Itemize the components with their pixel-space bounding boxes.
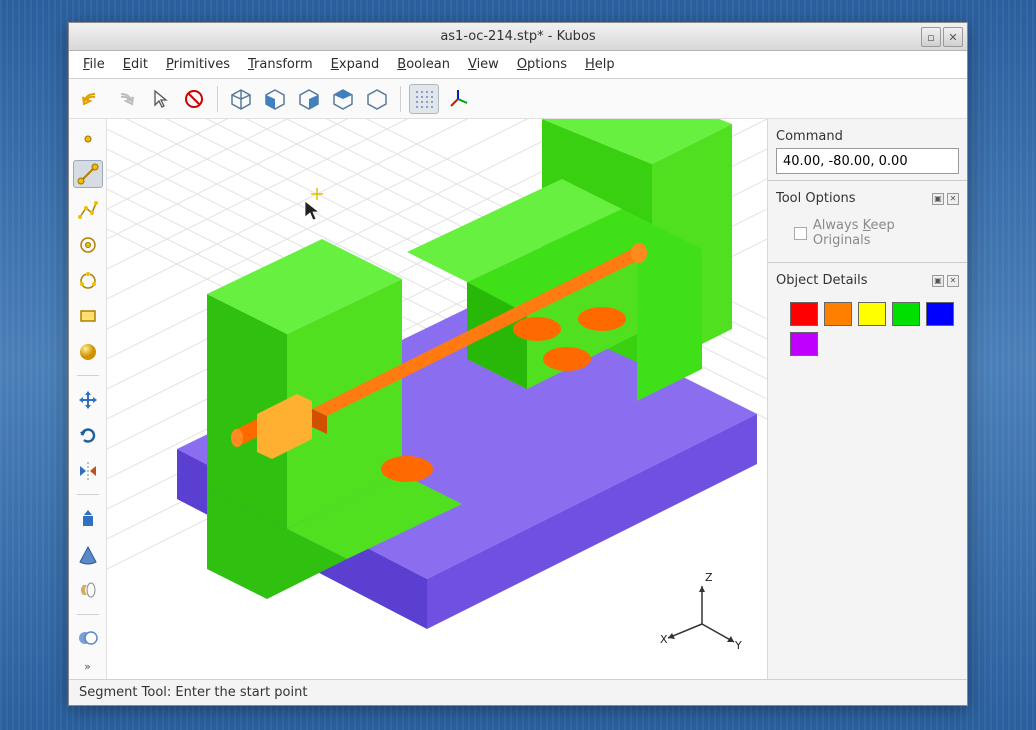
mirror-tool-button[interactable]: [73, 457, 103, 484]
axis-x-label: X: [660, 633, 668, 646]
left-separator-2: [77, 494, 99, 495]
grid-toggle-button[interactable]: [409, 84, 439, 114]
main-body: »: [69, 119, 967, 679]
menu-primitives[interactable]: Primitives: [158, 54, 238, 75]
statusbar: Segment Tool: Enter the start point: [69, 679, 967, 705]
view-iso-button[interactable]: [226, 84, 256, 114]
minimize-button[interactable]: ▫: [921, 27, 941, 47]
extrude-tool-button[interactable]: [73, 505, 103, 532]
command-input[interactable]: [776, 148, 959, 174]
view-back-button[interactable]: [362, 84, 392, 114]
sphere-tool-button[interactable]: [73, 338, 103, 365]
menu-options[interactable]: Options: [509, 54, 575, 75]
tool-options-section: Tool Options ▣ ✕ Always Keep Originals: [768, 181, 967, 262]
toolbar-top: [69, 79, 967, 119]
color-swatch-yellow[interactable]: [858, 302, 886, 326]
move-tool-button[interactable]: [73, 386, 103, 413]
tool-options-label: Tool Options: [776, 191, 856, 206]
menu-help[interactable]: Help: [577, 54, 623, 75]
color-palette: [776, 292, 959, 356]
menu-expand[interactable]: Expand: [323, 54, 388, 75]
revolve-tool-button[interactable]: [73, 576, 103, 603]
toolbar-separator: [217, 86, 218, 112]
redo-button[interactable]: [111, 84, 141, 114]
select-arrow-button[interactable]: [145, 84, 175, 114]
color-swatch-blue[interactable]: [926, 302, 954, 326]
color-swatch-red[interactable]: [790, 302, 818, 326]
always-keep-originals-row[interactable]: Always Keep Originals: [776, 210, 959, 256]
panel-close-icon[interactable]: ✕: [947, 193, 959, 205]
command-label: Command: [776, 129, 843, 144]
axes-toggle-button[interactable]: [443, 84, 473, 114]
close-button[interactable]: ✕: [943, 27, 963, 47]
window-controls: ▫ ✕: [921, 27, 963, 47]
point-tool-button[interactable]: [73, 125, 103, 152]
command-section: Command: [768, 119, 967, 180]
view-top-button[interactable]: [328, 84, 358, 114]
left-separator: [77, 375, 99, 376]
left-toolbar: »: [69, 119, 107, 679]
always-keep-originals-checkbox[interactable]: [794, 227, 807, 240]
axis-indicator: Z Y X: [657, 569, 747, 659]
titlebar: as1-oc-214.stp* - Kubos ▫ ✕: [69, 23, 967, 51]
view-front-button[interactable]: [260, 84, 290, 114]
app-window: as1-oc-214.stp* - Kubos ▫ ✕ File Edit Pr…: [68, 22, 968, 706]
status-text: Segment Tool: Enter the start point: [79, 685, 307, 700]
delete-button[interactable]: [179, 84, 209, 114]
color-swatch-purple[interactable]: [790, 332, 818, 356]
undo-button[interactable]: [77, 84, 107, 114]
menu-file[interactable]: File: [75, 54, 113, 75]
cone-tool-button[interactable]: [73, 541, 103, 568]
panel-undock-icon[interactable]: ▣: [932, 193, 944, 205]
left-separator-3: [77, 614, 99, 615]
axis-z-label: Z: [705, 571, 713, 584]
circle-center-tool-button[interactable]: [73, 231, 103, 258]
rotate-tool-button[interactable]: [73, 422, 103, 449]
right-panel: Command Tool Options ▣ ✕ Always Keep Ori…: [767, 119, 967, 679]
polyline-tool-button[interactable]: [73, 196, 103, 223]
view-right-button[interactable]: [294, 84, 324, 114]
circle-3pt-tool-button[interactable]: [73, 267, 103, 294]
menu-boolean[interactable]: Boolean: [389, 54, 458, 75]
viewport-3d[interactable]: Z Y X: [107, 119, 767, 679]
menu-view[interactable]: View: [460, 54, 507, 75]
object-details-label: Object Details: [776, 273, 868, 288]
panel-undock-icon-2[interactable]: ▣: [932, 275, 944, 287]
always-keep-originals-label: Always Keep Originals: [813, 218, 955, 248]
segment-tool-button[interactable]: [73, 160, 103, 188]
left-overflow-chevron[interactable]: »: [84, 660, 91, 673]
mouse-cursor-icon: [302, 199, 322, 223]
window-title: as1-oc-214.stp* - Kubos: [440, 29, 595, 44]
toolbar-separator-2: [400, 86, 401, 112]
menubar: File Edit Primitives Transform Expand Bo…: [69, 51, 967, 79]
panel-close-icon-2[interactable]: ✕: [947, 275, 959, 287]
rect-tool-button[interactable]: [73, 302, 103, 329]
menu-edit[interactable]: Edit: [115, 54, 156, 75]
color-swatch-orange[interactable]: [824, 302, 852, 326]
menu-transform[interactable]: Transform: [240, 54, 321, 75]
axis-y-label: Y: [734, 639, 742, 652]
object-details-section: Object Details ▣ ✕: [768, 263, 967, 362]
color-swatch-green[interactable]: [892, 302, 920, 326]
boolean-tool-button[interactable]: [73, 625, 103, 652]
